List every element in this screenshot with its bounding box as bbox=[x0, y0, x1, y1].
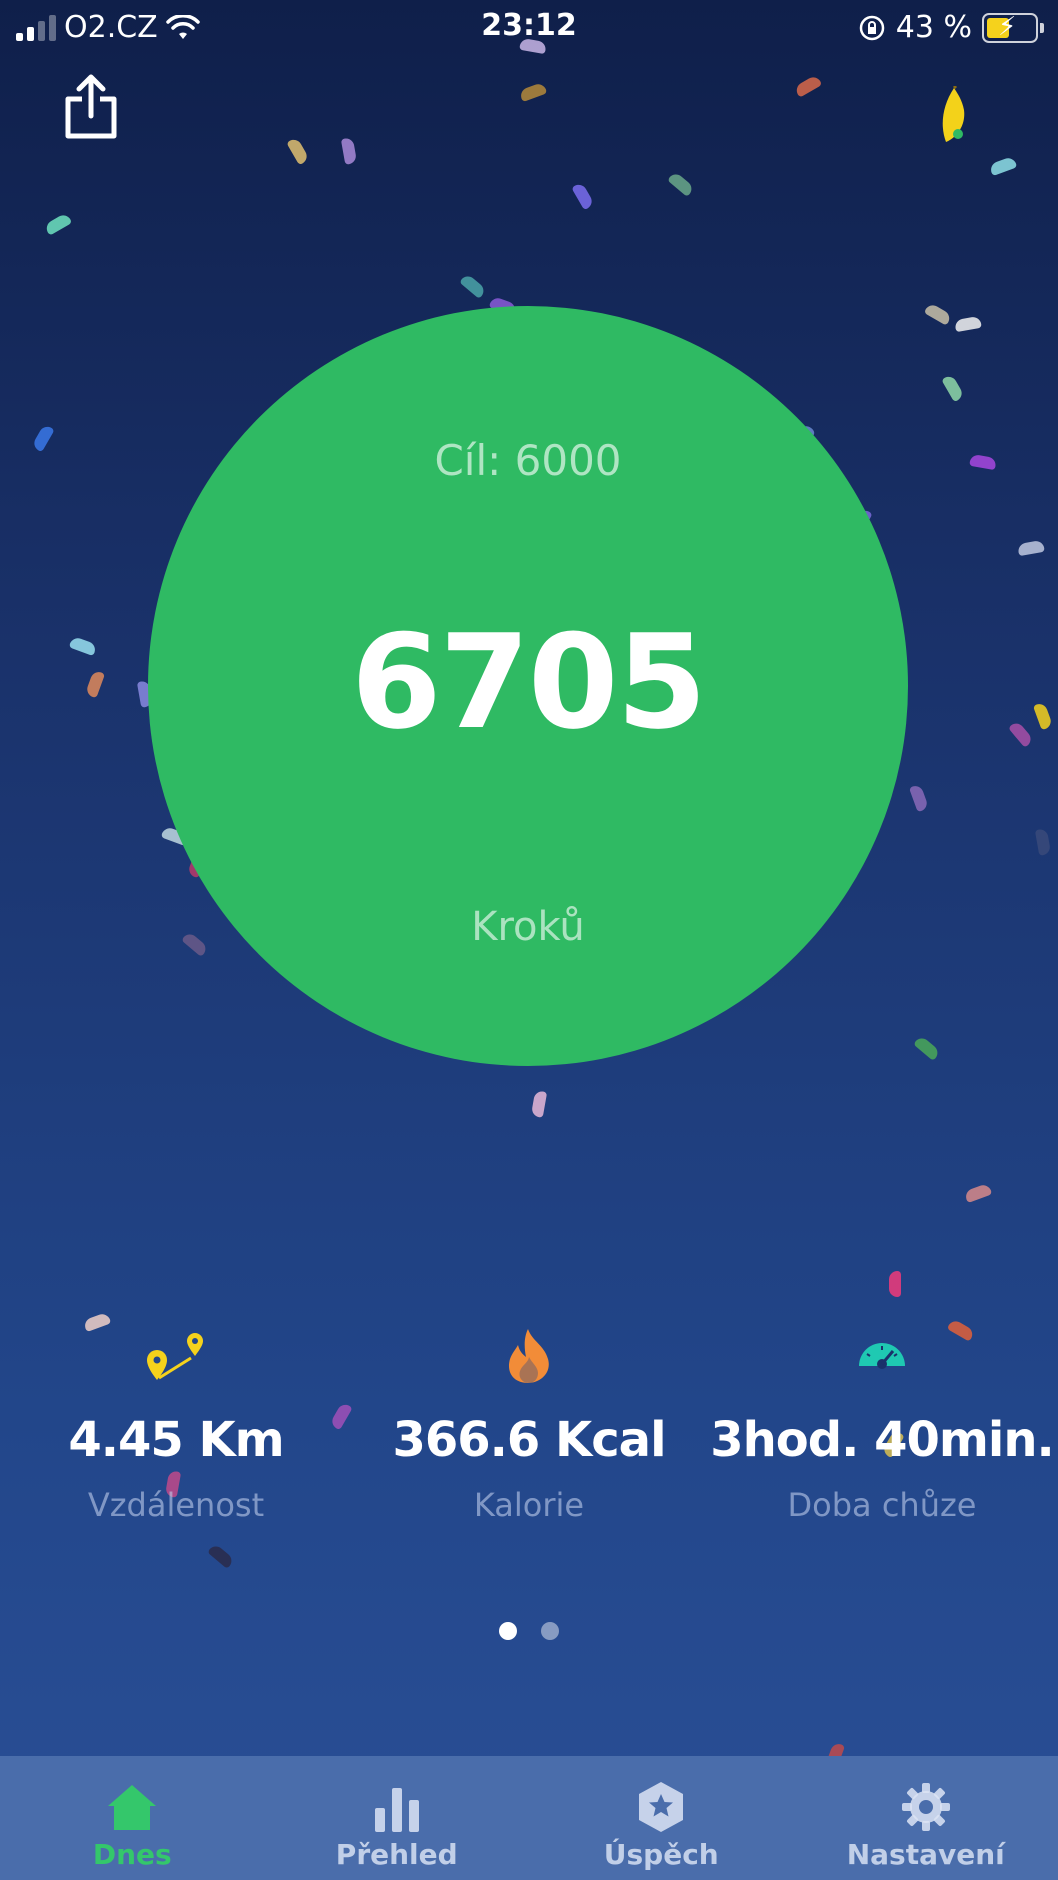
confetti-piece bbox=[1032, 701, 1054, 731]
confetti-piece bbox=[988, 155, 1018, 177]
tab-achievements-label: Úspěch bbox=[603, 1838, 719, 1871]
tab-today-label: Dnes bbox=[92, 1838, 172, 1871]
stat-calories-label: Kalorie bbox=[473, 1486, 585, 1524]
stat-walk-time-value: 3hod. 40min. bbox=[710, 1412, 1055, 1468]
page-dot-2[interactable] bbox=[541, 1622, 559, 1640]
tab-settings[interactable]: Nastavení bbox=[794, 1756, 1058, 1880]
battery-percent: 43 % bbox=[895, 10, 972, 45]
route-pins-icon bbox=[147, 1333, 203, 1380]
confetti-piece bbox=[286, 136, 310, 166]
confetti-piece bbox=[530, 1090, 548, 1118]
stat-walk-time-label: Doba chůze bbox=[787, 1486, 977, 1524]
confetti-piece bbox=[84, 669, 106, 699]
confetti-piece bbox=[793, 74, 823, 98]
stat-distance-label: Vzdálenost bbox=[87, 1486, 265, 1524]
confetti-piece bbox=[340, 137, 358, 165]
stat-distance: 4.45 Km Vzdálenost bbox=[0, 1320, 352, 1524]
confetti-piece bbox=[1017, 539, 1045, 557]
confetti-piece bbox=[68, 635, 98, 657]
step-progress-circle[interactable]: Cíl: 6000 6705 Kroků bbox=[148, 306, 908, 1066]
gear-icon bbox=[901, 1783, 950, 1831]
achievement-star-icon bbox=[639, 1782, 684, 1832]
confetti-piece bbox=[913, 1035, 941, 1061]
bar-chart-icon bbox=[374, 1788, 419, 1832]
tab-settings-label: Nastavení bbox=[846, 1838, 1005, 1871]
confetti-piece bbox=[941, 373, 965, 403]
confetti-piece bbox=[969, 453, 997, 471]
confetti-piece bbox=[963, 1182, 993, 1204]
battery-charging-icon: ⚡ bbox=[982, 12, 1038, 43]
confetti-piece bbox=[518, 81, 548, 103]
tab-achievements[interactable]: Úspěch bbox=[529, 1756, 794, 1880]
confetti-piece bbox=[889, 1271, 901, 1297]
confetti-piece bbox=[459, 273, 487, 299]
tab-overview-label: Přehled bbox=[335, 1838, 458, 1871]
rotation-lock-icon bbox=[859, 15, 885, 40]
stat-walk-time: 3hod. 40min. Doba chůze bbox=[706, 1320, 1058, 1524]
confetti-piece bbox=[1034, 828, 1052, 856]
confetti-piece bbox=[31, 423, 55, 453]
tab-overview[interactable]: Přehled bbox=[265, 1756, 530, 1880]
confetti-piece bbox=[908, 783, 930, 813]
speedometer-icon bbox=[859, 1343, 905, 1369]
step-count: 6705 bbox=[351, 606, 707, 758]
confetti-piece bbox=[571, 181, 595, 211]
tab-today[interactable]: Dnes bbox=[0, 1756, 265, 1880]
page-dot-1[interactable] bbox=[499, 1622, 517, 1640]
confetti-piece bbox=[667, 171, 695, 197]
confetti-piece bbox=[1008, 720, 1034, 748]
confetti-piece bbox=[954, 315, 982, 333]
banana-icon[interactable] bbox=[934, 86, 970, 144]
step-unit-label: Kroků bbox=[471, 904, 585, 950]
stat-distance-value: 4.45 Km bbox=[68, 1412, 284, 1468]
stats-row: 4.45 Km Vzdálenost 366.6 Kcal Kalorie 3h… bbox=[0, 1320, 1058, 1560]
share-icon[interactable] bbox=[62, 74, 120, 140]
home-icon bbox=[108, 1785, 157, 1830]
status-right: 43 % ⚡ bbox=[858, 10, 1044, 45]
confetti-piece bbox=[43, 212, 73, 236]
stat-calories-value: 366.6 Kcal bbox=[392, 1412, 666, 1468]
confetti-piece bbox=[923, 302, 953, 326]
page-indicator[interactable] bbox=[0, 1622, 1058, 1640]
stat-calories: 366.6 Kcal Kalorie bbox=[353, 1320, 705, 1524]
tab-bar: Dnes Přehled Úspěch Nastavení bbox=[0, 1756, 1058, 1880]
flame-icon bbox=[508, 1329, 549, 1383]
step-goal-label: Cíl: 6000 bbox=[434, 436, 622, 485]
